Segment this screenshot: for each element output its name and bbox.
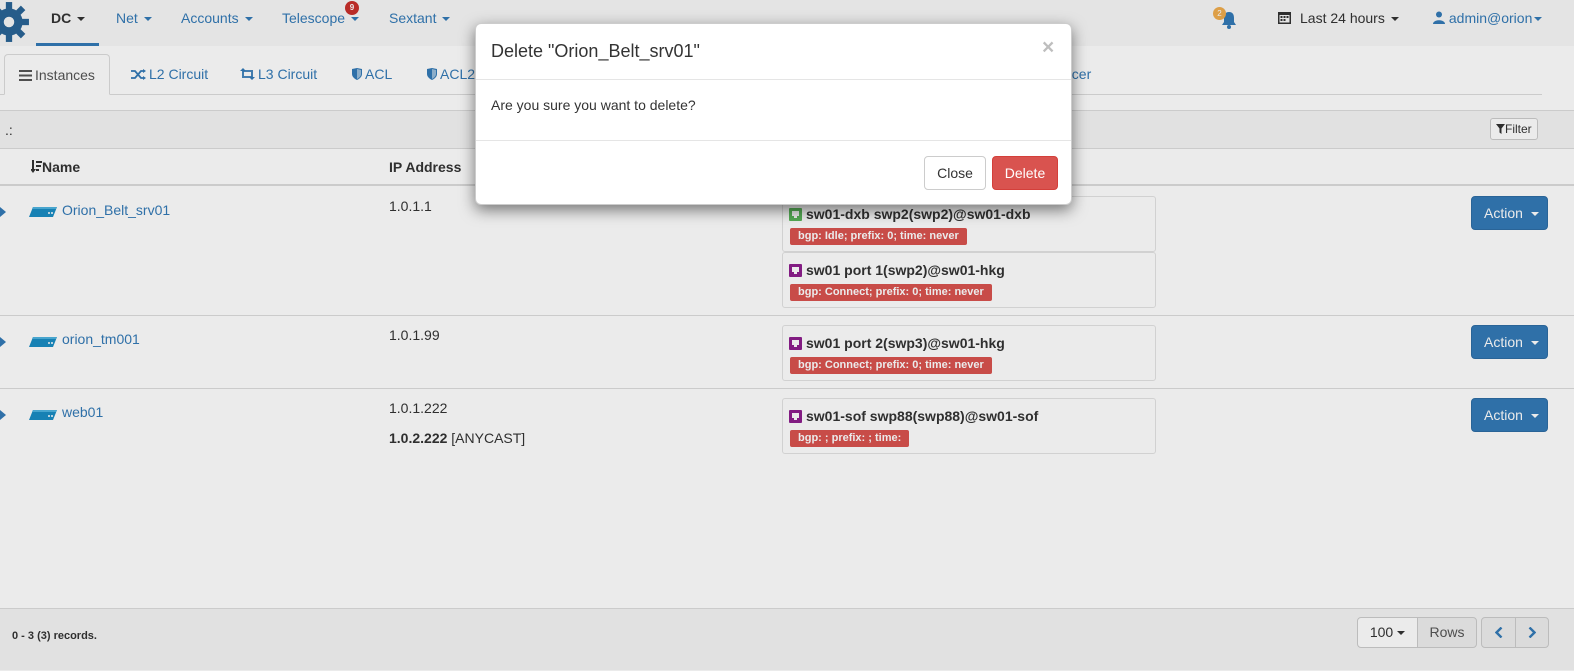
modal-header-divider — [476, 79, 1071, 80]
delete-confirm-dialog: Delete "Orion_Belt_srv01" × Are you sure… — [475, 23, 1072, 205]
modal-body-text: Are you sure you want to delete? — [491, 97, 696, 113]
close-button[interactable]: Close — [924, 156, 986, 190]
close-icon[interactable]: × — [1042, 36, 1054, 60]
delete-button[interactable]: Delete — [992, 156, 1058, 190]
modal-footer-divider — [476, 140, 1071, 141]
modal-title: Delete "Orion_Belt_srv01" — [491, 41, 700, 61]
